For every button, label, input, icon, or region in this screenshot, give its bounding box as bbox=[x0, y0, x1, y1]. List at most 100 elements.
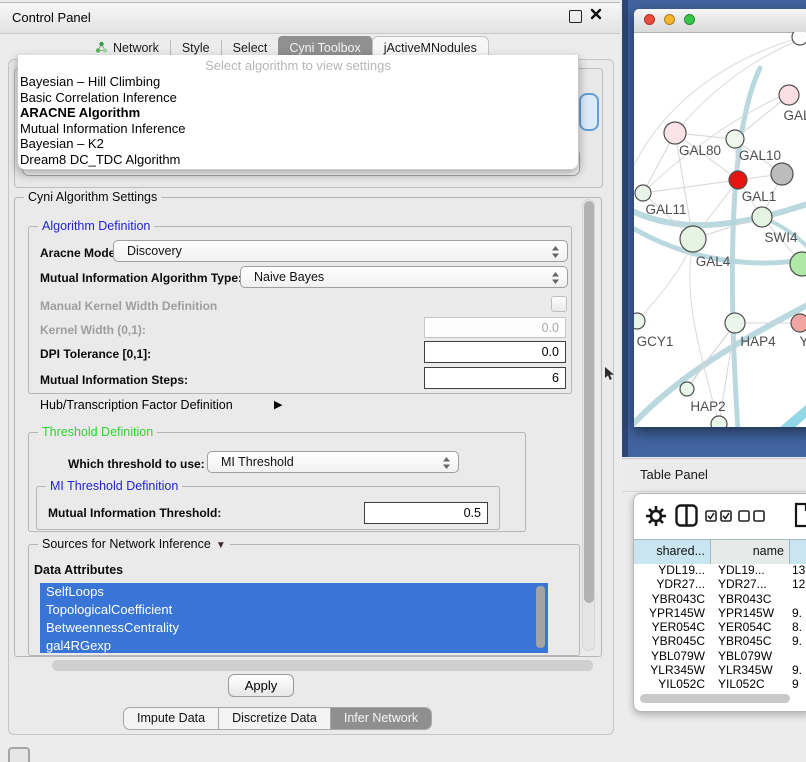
network-node[interactable] bbox=[635, 185, 651, 201]
split-column-icon[interactable] bbox=[675, 504, 698, 527]
apply-button[interactable]: Apply bbox=[228, 674, 294, 697]
node-label: GAL1 bbox=[742, 189, 777, 204]
table-cell: 9. bbox=[790, 634, 806, 648]
manual-kernel-checkbox[interactable] bbox=[551, 296, 567, 312]
minimize-traffic-light-icon[interactable] bbox=[664, 14, 675, 25]
algorithm-placeholder: Select algorithm to view settings bbox=[18, 55, 578, 74]
node-label: HAP4 bbox=[740, 334, 776, 349]
table-row[interactable]: YLR345WYLR345W9. bbox=[634, 663, 806, 677]
close-traffic-light-icon[interactable] bbox=[644, 14, 655, 25]
collapsed-arrow-icon[interactable]: ▶ bbox=[274, 398, 282, 411]
column-header[interactable]: shared... bbox=[634, 540, 711, 564]
panel-title: Control Panel bbox=[12, 10, 91, 25]
table-cell bbox=[790, 592, 806, 606]
node-label: GAL80 bbox=[679, 143, 721, 158]
checked-boxes-icon[interactable] bbox=[705, 510, 733, 522]
bottom-tab-discretize-data[interactable]: Discretize Data bbox=[219, 708, 331, 729]
algorithm-option[interactable]: Dream8 DC_TDC Algorithm bbox=[18, 152, 578, 168]
table-row[interactable]: YIL052CYIL052C9 bbox=[634, 677, 806, 691]
float-icon[interactable] bbox=[569, 10, 582, 23]
bottom-tab-infer-network[interactable]: Infer Network bbox=[331, 708, 431, 729]
hub-definition-toggle[interactable]: Hub/Transcription Factor Definition bbox=[40, 398, 233, 412]
mi-algorithm-type-select[interactable]: Naive Bayes bbox=[240, 266, 568, 288]
table-cell: YBL079W bbox=[711, 649, 790, 663]
table-cell: 12 bbox=[790, 577, 806, 591]
gear-icon[interactable] bbox=[643, 503, 669, 529]
zoom-traffic-light-icon[interactable] bbox=[684, 14, 695, 25]
aracne-mode-label: Aracne Mode: bbox=[40, 246, 119, 260]
algorithm-option[interactable]: Mutual Information Inference bbox=[18, 121, 578, 137]
kernel-width-input[interactable]: 0.0 bbox=[424, 317, 566, 338]
dpi-tolerance-input[interactable]: 0.0 bbox=[424, 341, 566, 363]
attribute-item[interactable]: BetweennessCentrality bbox=[40, 619, 548, 637]
settings-scrollbar-thumb[interactable] bbox=[584, 201, 594, 603]
which-threshold-label: Which threshold to use: bbox=[68, 457, 205, 471]
aracne-mode-value: Discovery bbox=[127, 244, 182, 258]
network-node[interactable] bbox=[726, 130, 744, 148]
table-row[interactable]: YER054CYER054C8. bbox=[634, 620, 806, 634]
aracne-mode-select[interactable]: Discovery bbox=[113, 240, 568, 262]
algorithm-option[interactable]: Bayesian – K2 bbox=[18, 136, 578, 152]
minimized-panel-chip[interactable] bbox=[8, 747, 30, 762]
node-label: HAP2 bbox=[690, 399, 725, 414]
which-threshold-select[interactable]: MI Threshold bbox=[207, 451, 459, 473]
table-header-row: shared...name bbox=[634, 539, 806, 563]
mi-threshold-title: MI Threshold Definition bbox=[46, 479, 182, 493]
attribute-item[interactable]: TopologicalCoefficient bbox=[40, 601, 548, 619]
attributes-scrollbar-thumb[interactable] bbox=[536, 586, 545, 648]
table-row[interactable]: YDL19...YDL19...13 bbox=[634, 563, 806, 577]
table-cell: YBL079W bbox=[634, 649, 711, 663]
network-window-titlebar[interactable] bbox=[634, 9, 806, 33]
network-node[interactable] bbox=[680, 226, 706, 252]
table-cell: YBR043C bbox=[711, 592, 790, 606]
sources-title-row[interactable]: Sources for Network Inference▼ bbox=[38, 537, 230, 551]
focused-stepper[interactable] bbox=[579, 93, 599, 131]
algorithm-option[interactable]: Basic Correlation Inference bbox=[18, 90, 578, 106]
table-cell: 9 bbox=[790, 677, 806, 691]
algorithm-option[interactable]: Bayesian – Hill Climbing bbox=[18, 74, 578, 90]
close-icon[interactable] bbox=[590, 8, 602, 20]
network-node[interactable] bbox=[792, 32, 806, 45]
data-attributes-list[interactable]: SelfLoopsTopologicalCoefficientBetweenne… bbox=[40, 583, 548, 653]
network-node[interactable] bbox=[752, 207, 772, 227]
column-header[interactable] bbox=[790, 540, 806, 564]
network-window: GALGAL80GAL10GAL1GAL11SWI4GAL4GCY1HAP4YH… bbox=[634, 9, 806, 427]
table-cell: 9. bbox=[790, 663, 806, 677]
bottom-tabbar: Impute DataDiscretize DataInfer Network bbox=[123, 707, 432, 730]
attribute-item[interactable]: SelfLoops bbox=[40, 583, 548, 601]
stepper-icon bbox=[442, 456, 451, 470]
mouse-cursor bbox=[604, 367, 616, 381]
table-cell: YER054C bbox=[634, 620, 711, 634]
table-row[interactable]: YBR043CYBR043C bbox=[634, 592, 806, 606]
bottom-tab-impute-data[interactable]: Impute Data bbox=[124, 708, 219, 729]
table-row[interactable]: YPR145WYPR145W9. bbox=[634, 606, 806, 620]
network-view[interactable]: GALGAL80GAL10GAL1GAL11SWI4GAL4GCY1HAP4YH… bbox=[634, 32, 806, 427]
network-node[interactable] bbox=[779, 85, 799, 105]
network-node[interactable] bbox=[729, 171, 747, 189]
network-node[interactable] bbox=[680, 382, 694, 396]
table-row[interactable]: YBL079WYBL079W bbox=[634, 649, 806, 663]
mi-steps-input[interactable]: 6 bbox=[424, 367, 566, 389]
table-cell: YER054C bbox=[711, 620, 790, 634]
table-row[interactable]: YBR045CYBR045C9. bbox=[634, 634, 806, 648]
network-node[interactable] bbox=[711, 416, 727, 427]
network-node[interactable] bbox=[725, 313, 745, 333]
column-header[interactable]: name bbox=[711, 540, 790, 564]
algorithm-option[interactable]: ARACNE Algorithm bbox=[18, 105, 578, 121]
node-label: GAL11 bbox=[645, 202, 686, 217]
network-node[interactable] bbox=[634, 313, 645, 329]
horizontal-scrollbar-thumb[interactable] bbox=[52, 660, 593, 671]
attribute-item[interactable]: gal4RGexp bbox=[40, 637, 548, 653]
node-label: GAL10 bbox=[739, 148, 781, 163]
unchecked-boxes-icon[interactable] bbox=[738, 510, 766, 522]
network-node[interactable] bbox=[791, 314, 806, 332]
network-node[interactable] bbox=[771, 163, 793, 185]
mi-steps-label: Mutual Information Steps: bbox=[40, 373, 188, 387]
mi-threshold-input[interactable]: 0.5 bbox=[364, 502, 488, 524]
network-node[interactable] bbox=[664, 122, 686, 144]
page-icon[interactable] bbox=[794, 502, 806, 528]
table-hscrollbar-thumb[interactable] bbox=[640, 694, 790, 703]
table-cell: 13 bbox=[790, 563, 806, 577]
table-row[interactable]: YDR27...YDR27...12 bbox=[634, 577, 806, 591]
network-node[interactable] bbox=[790, 252, 806, 276]
